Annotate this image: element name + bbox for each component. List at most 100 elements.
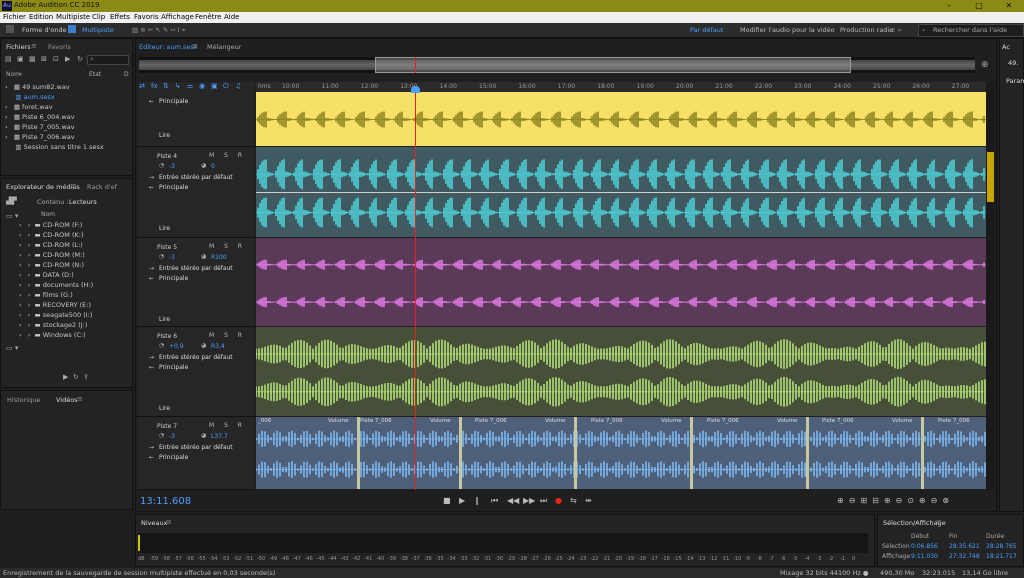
col-name-header[interactable]: Nom bbox=[6, 71, 20, 78]
zoom-full-icon[interactable]: ⊕ bbox=[981, 60, 989, 70]
rewind-icon[interactable]: ◀◀ bbox=[507, 496, 519, 505]
view-end-value[interactable]: 27:32.748 bbox=[949, 553, 980, 560]
list-item[interactable]: › › ▬ documents (H:) bbox=[19, 281, 93, 289]
master-output-select[interactable]: Principale bbox=[159, 98, 188, 105]
list-item[interactable]: ▥ Session sans titre 1.sesx bbox=[5, 143, 103, 151]
track-pan-value[interactable]: R100 bbox=[211, 254, 227, 261]
clip-name-label[interactable]: Piste 7_006 bbox=[707, 418, 739, 424]
track-msr-buttons[interactable]: M S R bbox=[209, 152, 246, 159]
power-icon[interactable]: ⏻ bbox=[223, 82, 229, 91]
clip-volume-label[interactable]: Volume bbox=[328, 418, 348, 424]
volume-knob-icon[interactable]: ◔ bbox=[159, 342, 164, 349]
selection-end-value[interactable]: 28:35.621 bbox=[949, 543, 980, 550]
places-icon[interactable]: ▭ ▾ bbox=[6, 344, 18, 352]
open-icon[interactable]: ▤ bbox=[5, 55, 12, 63]
track-automation-mode[interactable]: Lire bbox=[159, 316, 170, 323]
clip-volume-label[interactable]: Volume bbox=[545, 418, 565, 424]
overview-navigator[interactable] bbox=[139, 57, 975, 73]
new-icon[interactable]: ▦ bbox=[29, 55, 36, 63]
track-msr-buttons[interactable]: M S R bbox=[209, 332, 246, 339]
insert-icon[interactable]: ⊡ bbox=[53, 55, 59, 63]
waveform-mode-button[interactable]: Forme d'onde bbox=[22, 26, 67, 34]
volume-knob-icon[interactable]: ◔ bbox=[159, 253, 164, 260]
track-automation-mode[interactable]: Lire bbox=[159, 405, 170, 412]
list-item[interactable]: › › ▬ CD-ROM (N:) bbox=[19, 261, 84, 269]
list-item[interactable]: › ▦ foret.wav bbox=[5, 103, 53, 111]
drives-dropdown[interactable]: Lecteurs bbox=[69, 198, 97, 206]
tab-editor[interactable]: Editeur: aum.sesx bbox=[139, 43, 198, 51]
clip-boundary[interactable] bbox=[921, 417, 924, 489]
clip-volume-label[interactable]: Volume bbox=[661, 418, 681, 424]
track-output-select[interactable]: Principale bbox=[159, 454, 188, 461]
clip-name-label[interactable]: Piste 7_006 bbox=[591, 418, 623, 424]
time-ruler[interactable]: hms 10:00 11:00 12:00 13:00 14:00 15:00 16:00 1… bbox=[256, 82, 986, 92]
track-header[interactable]: Principale ← Lire bbox=[137, 92, 255, 147]
list-item[interactable]: › › ▬ DATA (D:) bbox=[19, 271, 74, 279]
track-header[interactable]: Piste 7 M S R ◔ -3 ◕ L37,7 Entrée stéréo par d… bbox=[137, 417, 255, 490]
selection-duration-value[interactable]: 28:28.765 bbox=[986, 543, 1017, 550]
track-input-select[interactable]: Entrée stéréo par défaut bbox=[159, 174, 233, 181]
fx-icon[interactable]: fx bbox=[151, 82, 158, 90]
clip-boundary[interactable] bbox=[690, 417, 693, 489]
loop-icon[interactable]: ↻ bbox=[77, 55, 83, 63]
clip-name-label[interactable]: Piste 7_006 bbox=[938, 418, 970, 424]
list-item[interactable]: › ▦ Piste 7_005.wav bbox=[5, 123, 75, 131]
monitor-icon[interactable]: ▣ bbox=[211, 82, 218, 90]
track-input-select[interactable]: Entrée stéréo par défaut bbox=[159, 354, 233, 361]
loop-playback-icon[interactable]: ⇆ bbox=[570, 496, 577, 505]
record-icon[interactable]: ● bbox=[555, 496, 562, 505]
menu-edition[interactable]: Edition bbox=[29, 13, 53, 21]
tab-mixer[interactable]: Mélangeur bbox=[207, 43, 241, 51]
view-duration-value[interactable]: 18:21.717 bbox=[986, 553, 1017, 560]
track-output-select[interactable]: Principale bbox=[159, 364, 188, 371]
track-output-select[interactable]: Principale bbox=[159, 275, 188, 282]
track-volume-value[interactable]: -3 bbox=[169, 254, 175, 261]
col-state-header[interactable]: Etat bbox=[89, 71, 101, 78]
track-volume-value[interactable]: -3 bbox=[169, 433, 175, 440]
expand-arrow-icon[interactable]: › bbox=[5, 83, 8, 91]
workspace-default[interactable]: Par défaut bbox=[690, 26, 723, 34]
clip-name-label[interactable]: Piste 7_006 bbox=[360, 418, 392, 424]
clip-name-label[interactable]: Piste 7_006 bbox=[822, 418, 854, 424]
list-item[interactable]: › › ▬ CD-ROM (K:) bbox=[19, 231, 84, 239]
workspace-video[interactable]: Modifier l'audio pour la vidéo bbox=[740, 26, 835, 34]
workspace-more-icon[interactable]: ≡ » bbox=[890, 26, 902, 34]
track-volume-value[interactable]: +0,9 bbox=[169, 343, 184, 350]
fast-forward-icon[interactable]: ▶▶ bbox=[523, 496, 535, 505]
list-item[interactable]: › › ▬ films (G:) bbox=[19, 291, 73, 299]
menu-clip[interactable]: Clip bbox=[92, 13, 105, 21]
menu-fichier[interactable]: Fichier bbox=[3, 13, 26, 21]
panel-menu-icon[interactable]: ≡ bbox=[71, 182, 77, 190]
list-item[interactable]: › ▦ Piste 6_004.wav bbox=[5, 113, 75, 121]
clip-boundary[interactable] bbox=[806, 417, 809, 489]
volume-knob-icon[interactable]: ◔ bbox=[159, 432, 164, 439]
track-pan-value[interactable]: R3,4 bbox=[211, 343, 225, 350]
track-automation-mode[interactable]: Lire bbox=[159, 132, 170, 139]
go-to-end-icon[interactable]: ⏭ bbox=[540, 496, 547, 506]
expand-arrow-icon[interactable]: › bbox=[5, 113, 8, 121]
clip-boundary[interactable] bbox=[357, 417, 360, 489]
list-item[interactable]: › › ▬ RECOVERY (E:) bbox=[19, 301, 91, 309]
tab-effects-rack[interactable]: Rack d'ef bbox=[87, 183, 117, 191]
current-time-display[interactable]: 13:11.608 bbox=[140, 496, 191, 507]
track-lane[interactable] bbox=[256, 147, 986, 237]
clip-name-label[interactable]: Piste 7_006 bbox=[475, 418, 507, 424]
drive-tree-icon[interactable]: ▭ ▾ bbox=[6, 212, 18, 220]
loop-icon[interactable]: ⇄ bbox=[139, 82, 145, 90]
import-icon[interactable]: ▣ bbox=[17, 55, 24, 63]
clip-boundary[interactable] bbox=[574, 417, 577, 489]
tab-favorites[interactable]: Favoris bbox=[48, 43, 71, 51]
expand-arrow-icon[interactable]: › bbox=[5, 123, 8, 131]
playhead[interactable] bbox=[415, 86, 416, 490]
overview-view-range[interactable] bbox=[375, 57, 851, 73]
track-output-select[interactable]: Principale bbox=[159, 184, 188, 191]
track-input-select[interactable]: Entrée stéréo par défaut bbox=[159, 444, 233, 451]
list-item[interactable]: › › ▬ seagate500 (I:) bbox=[19, 311, 92, 319]
track-msr-buttons[interactable]: M S R bbox=[209, 243, 246, 250]
maximize-button[interactable]: □ bbox=[964, 0, 994, 12]
help-search-input[interactable]: Rechercher dans l'aide bbox=[933, 26, 1007, 34]
play-preview-icon[interactable]: ▶ bbox=[65, 55, 70, 63]
clip-name-label[interactable]: _006 bbox=[258, 418, 271, 424]
files-search-input[interactable]: ⌕ bbox=[87, 55, 129, 65]
multitrack-mode-button[interactable]: Multipiste bbox=[82, 26, 114, 34]
